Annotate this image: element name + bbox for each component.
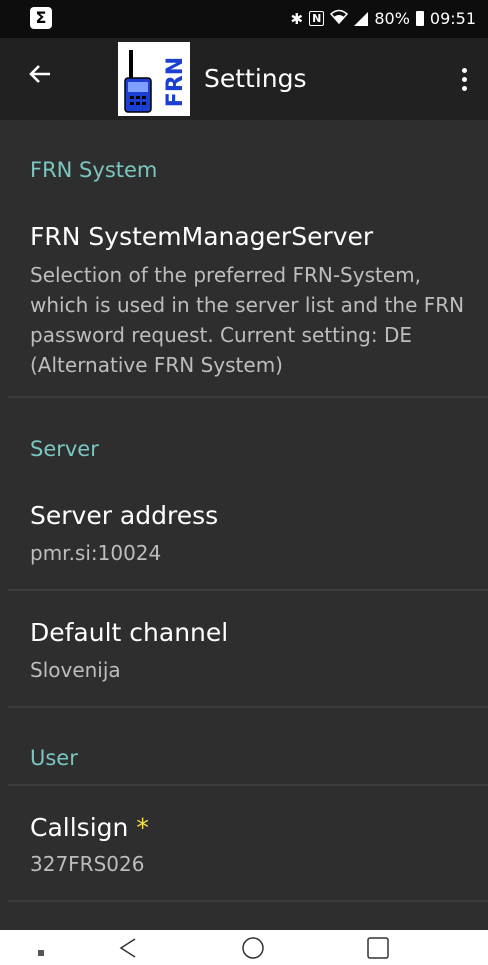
- signal-icon: [354, 11, 369, 26]
- bluetooth-icon: ✱: [290, 9, 304, 28]
- status-icons: ✱ N 80% 09:51: [291, 9, 476, 28]
- pref-summary: 327FRS026: [30, 852, 145, 876]
- section-header-user: User: [30, 746, 78, 770]
- nfc-icon: N: [309, 11, 325, 26]
- divider: [8, 784, 488, 786]
- pref-title: Callsign *: [30, 813, 149, 842]
- sigma-app-icon: Σ: [30, 7, 52, 29]
- battery-percent: 80%: [374, 9, 410, 28]
- status-bar: Σ ✱ N 80% 09:51: [0, 0, 488, 38]
- pref-title: FRN SystemManagerServer: [30, 222, 374, 251]
- divider: [8, 900, 488, 902]
- pref-summary: Slovenija: [30, 658, 121, 682]
- divider: [8, 706, 488, 708]
- overflow-menu-icon[interactable]: [462, 68, 468, 94]
- app-toolbar: FRN Settings: [0, 38, 488, 120]
- nav-dot-icon: [38, 950, 44, 956]
- clock: 09:51: [429, 9, 476, 28]
- battery-icon: [415, 11, 424, 26]
- required-mark: *: [136, 813, 149, 842]
- back-arrow-icon[interactable]: [28, 60, 52, 94]
- section-header-frn-system: FRN System: [30, 158, 158, 182]
- section-header-server: Server: [30, 437, 99, 461]
- pref-title: Default channel: [30, 618, 229, 647]
- divider: [8, 396, 488, 398]
- system-nav-bar: [0, 930, 488, 965]
- nav-back-icon[interactable]: [117, 936, 139, 964]
- nav-recents-icon[interactable]: [366, 936, 390, 964]
- divider: [8, 589, 488, 591]
- nav-home-icon[interactable]: [241, 936, 265, 964]
- toolbar-title: Settings: [204, 64, 307, 93]
- pref-title-text: Callsign: [30, 813, 129, 842]
- pref-title: Server address: [30, 501, 219, 530]
- wifi-icon: [330, 9, 349, 28]
- pref-summary: pmr.si:10024: [30, 541, 162, 565]
- pref-summary: Selection of the preferred FRN-System, w…: [30, 263, 465, 377]
- frn-logo: FRN: [118, 42, 190, 116]
- radio-icon: FRN: [124, 50, 188, 113]
- settings-screen: Σ ✱ N 80% 09:51 FRN Settings FRN System …: [0, 0, 488, 965]
- svg-text:FRN: FRN: [163, 57, 188, 107]
